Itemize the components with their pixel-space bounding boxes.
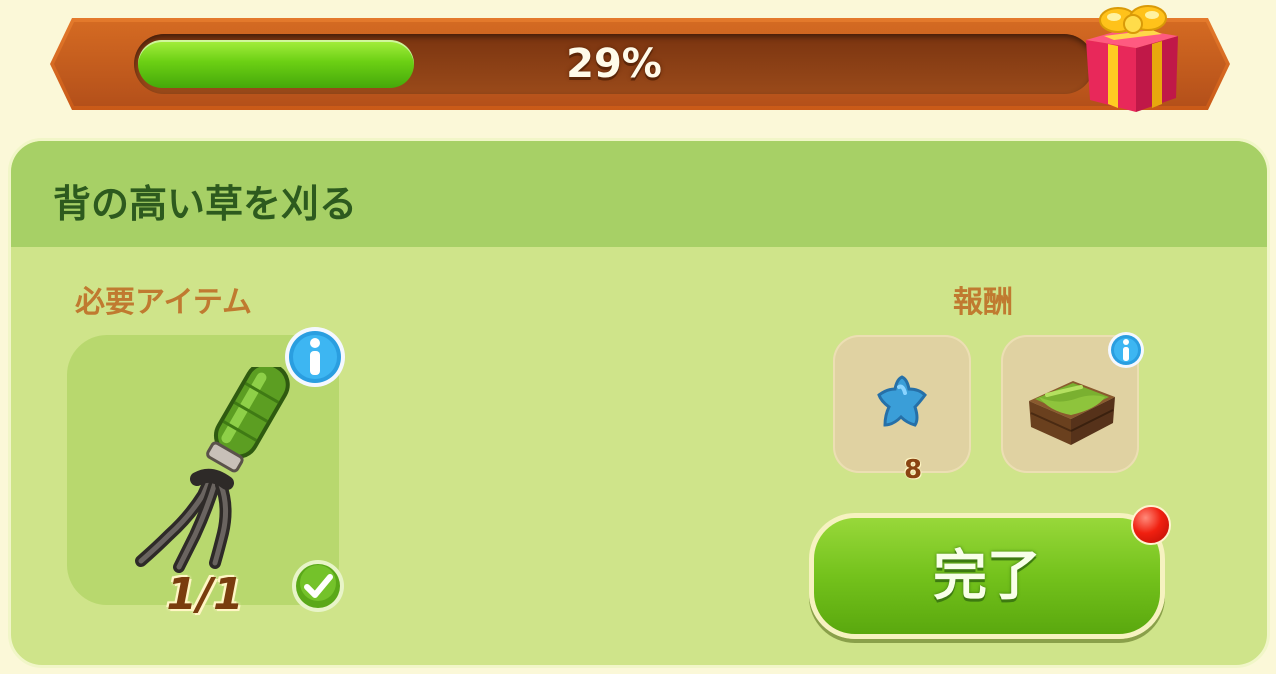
info-icon[interactable] [283,325,347,389]
gift-box-icon[interactable] [1078,0,1190,118]
notification-dot [1131,505,1171,545]
complete-button-label: 完了 [933,544,1041,607]
quest-panel: 背の高い草を刈る 必要アイテム 報酬 1/1 8 完了 [8,138,1270,668]
rewards-label: 報酬 [953,285,1013,320]
reward-quantity: 8 [903,455,923,485]
info-icon[interactable] [1107,331,1145,369]
complete-button[interactable]: 完了 [809,513,1165,639]
checkmark-icon [291,559,345,613]
garden-fork-icon [111,361,301,577]
required-items-label: 必要アイテム [75,285,252,320]
blue-star-icon [877,375,927,427]
required-item-count: 1/1 [166,569,244,620]
reward-card-stars[interactable] [833,335,971,473]
quest-title: 背の高い草を刈る [53,182,358,226]
progress-percent: 29% [566,41,662,87]
